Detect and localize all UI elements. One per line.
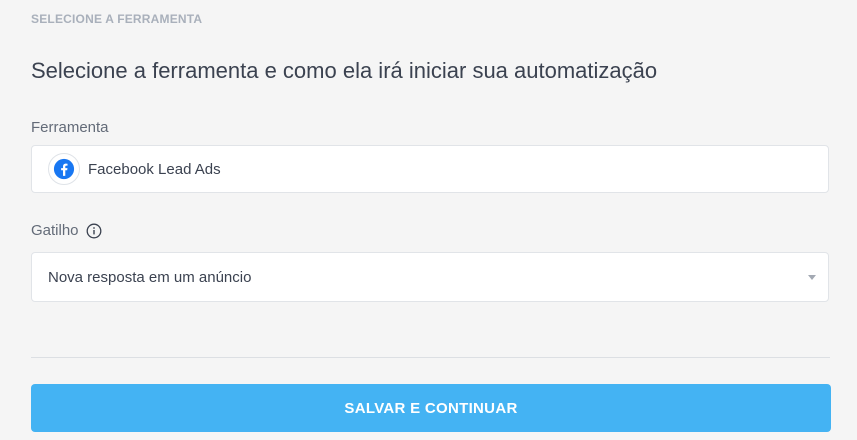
section-label: SELECIONE A FERRAMENTA — [31, 12, 203, 26]
trigger-select[interactable]: Nova resposta em um anúncio — [31, 252, 829, 302]
chevron-down-icon — [808, 275, 816, 280]
divider — [31, 357, 830, 358]
trigger-value: Nova resposta em um anúncio — [48, 268, 252, 286]
trigger-label-text: Gatilho — [31, 222, 79, 239]
trigger-field-label: Gatilho — [31, 222, 102, 239]
save-and-continue-button[interactable]: SALVAR E CONTINUAR — [31, 384, 831, 432]
tool-select[interactable]: Facebook Lead Ads — [31, 145, 829, 193]
facebook-icon — [48, 153, 80, 185]
tool-label-text: Ferramenta — [31, 119, 109, 136]
tool-value: Facebook Lead Ads — [88, 160, 221, 178]
info-icon[interactable] — [86, 223, 102, 239]
tool-field-label: Ferramenta — [31, 119, 109, 136]
page-title: Selecione a ferramenta e como ela irá in… — [31, 58, 658, 83]
